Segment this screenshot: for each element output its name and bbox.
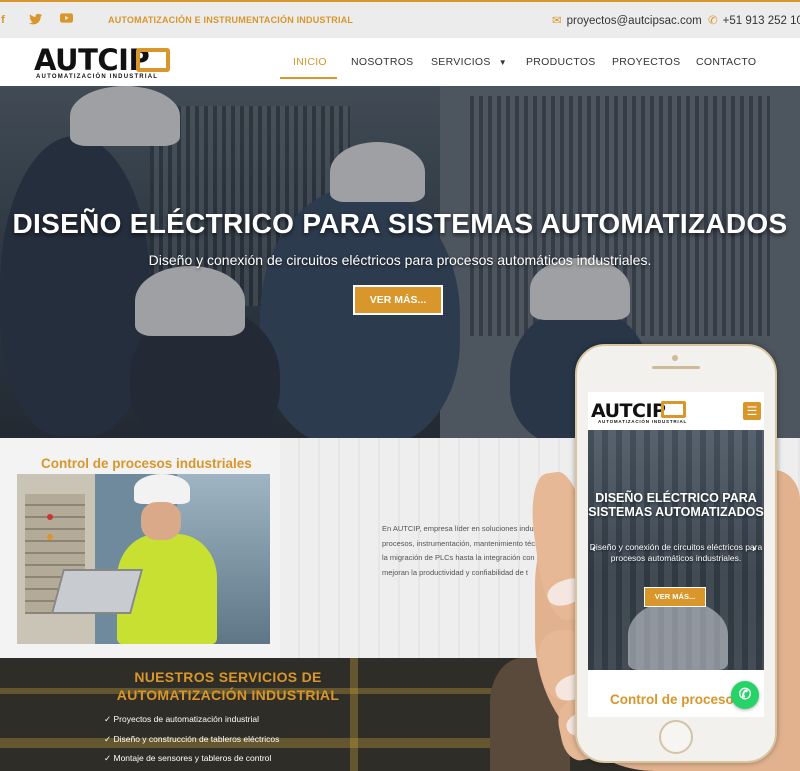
chevron-down-icon: ▼ xyxy=(498,58,507,67)
logo-subtitle: AUTOMATIZACIÓN INDUSTRIAL xyxy=(36,74,159,80)
nav-item-servicios[interactable]: SERVICIOS ▼ xyxy=(431,56,507,68)
phone-text: +51 913 252 103 xyxy=(722,15,800,27)
phone-cta-button[interactable]: VER MÁS... xyxy=(644,587,706,607)
service-item: ✓ Diseño y construcción de tableros eléc… xyxy=(104,734,280,744)
hamburger-menu-icon[interactable]: ☰ xyxy=(743,402,761,420)
hero-cta-button[interactable]: VER MÁS... xyxy=(353,285,443,315)
phone-hero-subtitle: Diseño y conexión de circuitos eléctrico… xyxy=(589,542,763,563)
nav-item-servicios-label: SERVICIOS xyxy=(431,56,491,68)
engineer-photo xyxy=(17,474,270,644)
photo-indicator-light xyxy=(47,514,53,520)
phone-hero: DISEÑO ELÉCTRICO PARA SISTEMAS AUTOMATIZ… xyxy=(588,430,764,670)
hero-title: DISEÑO ELÉCTRICO PARA SISTEMAS AUTOMATIZ… xyxy=(12,208,788,239)
photo-indicator-light xyxy=(47,534,53,540)
phone-section-title: Control de procesos xyxy=(610,692,742,707)
mail-icon: ✉ xyxy=(552,15,562,27)
phone-logo-emblem xyxy=(661,401,686,418)
photo-laptop xyxy=(50,569,144,614)
whatsapp-icon[interactable]: ✆ xyxy=(731,681,759,709)
photo-helmet xyxy=(134,474,190,504)
youtube-icon[interactable] xyxy=(59,13,73,27)
nav-item-inicio[interactable]: INICIO xyxy=(293,56,327,68)
nav-item-contacto[interactable]: CONTACTO xyxy=(696,56,756,68)
site-logo[interactable]: AUTCIP AUTOMATIZACIÓN INDUSTRIAL xyxy=(34,45,174,81)
logo-wordmark: AUTCIP xyxy=(34,43,150,77)
nav-active-indicator xyxy=(280,77,337,79)
service-item: ✓ Montaje de sensores y tableros de cont… xyxy=(104,753,272,763)
nav-item-productos[interactable]: PRODUCTOS xyxy=(526,56,596,68)
phone-hero-helmet xyxy=(628,600,728,670)
service-item: ✓ Proyectos de automatización industrial xyxy=(104,714,260,724)
twitter-icon[interactable] xyxy=(28,13,42,27)
main-navbar: AUTCIP AUTOMATIZACIÓN INDUSTRIAL INICIO … xyxy=(0,38,800,86)
contact-phone[interactable]: ✆ +51 913 252 103 xyxy=(708,13,800,27)
site-tagline: AUTOMATIZACIÓN E INSTRUMENTACIÓN INDUSTR… xyxy=(108,15,354,25)
services-title-line: NUESTROS SERVICIOS DE xyxy=(134,669,322,685)
photo-face xyxy=(141,502,181,540)
hero-subtitle: Diseño y conexión de circuitos eléctrico… xyxy=(148,252,652,268)
phone-speaker xyxy=(652,366,700,369)
phone-logo-subtitle: AUTOMATIZACIÓN INDUSTRIAL xyxy=(598,419,688,424)
services-title-line: AUTOMATIZACIÓN INDUSTRIAL xyxy=(116,687,340,703)
email-text: proyectos@autcipsac.com xyxy=(566,15,702,27)
facebook-icon[interactable]: f xyxy=(0,13,10,27)
section-title: Control de procesos industriales xyxy=(41,456,252,471)
top-bar: f AUTOMATIZACIÓN E INSTRUMENTACIÓN INDUS… xyxy=(0,0,800,38)
services-title: NUESTROS SERVICIOS DE AUTOMATIZACIÓN IND… xyxy=(0,668,456,704)
nav-item-nosotros[interactable]: NOSOTROS xyxy=(351,56,414,68)
nav-item-proyectos[interactable]: PROYECTOS xyxy=(612,56,680,68)
logo-emblem xyxy=(136,48,170,72)
phone-hero-title: DISEÑO ELÉCTRICO PARA SISTEMAS AUTOMATIZ… xyxy=(588,491,764,519)
phone-camera xyxy=(672,355,678,361)
phone-screen: AUTCIP AUTOMATIZACIÓN INDUSTRIAL ☰ DISEÑ… xyxy=(588,392,764,717)
chevron-right-icon[interactable]: › xyxy=(752,543,756,555)
phone-home-button xyxy=(659,720,693,754)
chevron-left-icon[interactable]: ‹ xyxy=(592,543,596,555)
phone-icon: ✆ xyxy=(708,15,718,27)
contact-email[interactable]: ✉ proyectos@autcipsac.com xyxy=(552,13,702,27)
